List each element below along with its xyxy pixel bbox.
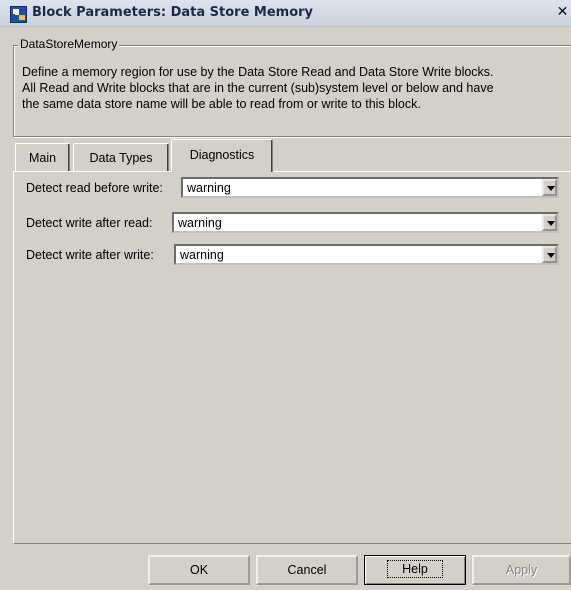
tab-label: Diagnostics xyxy=(189,148,255,162)
chevron-down-icon[interactable] xyxy=(542,214,557,231)
description-line: All Read and Write blocks that are in th… xyxy=(22,81,494,95)
tab-label: Data Types xyxy=(89,151,153,165)
chevron-down-icon[interactable] xyxy=(542,246,557,263)
tab-diagnostics[interactable]: Diagnostics xyxy=(171,139,273,172)
block-parameters-icon xyxy=(10,6,27,23)
block-description: Define a memory region for use by the Da… xyxy=(22,64,567,112)
help-button-label: Help xyxy=(387,560,443,578)
close-icon[interactable]: ✕ xyxy=(554,3,571,22)
detect-write-after-write-label: Detect write after write: xyxy=(26,248,154,262)
window-title: Block Parameters: Data Store Memory xyxy=(32,5,314,20)
help-button[interactable]: Help xyxy=(364,555,466,585)
description-line: Define a memory region for use by the Da… xyxy=(22,65,494,79)
title-bar[interactable]: Block Parameters: Data Store Memory ✕ xyxy=(0,0,571,27)
chevron-down-icon[interactable] xyxy=(542,179,557,196)
tab-label: Main xyxy=(28,151,57,165)
detect-read-before-write-label: Detect read before write: xyxy=(26,181,163,195)
detect-write-after-read-select[interactable]: warning xyxy=(172,212,559,233)
description-line: the same data store name will be able to… xyxy=(22,97,421,111)
tab-data-types[interactable]: Data Types xyxy=(73,143,169,171)
detect-write-after-read-label: Detect write after read: xyxy=(26,216,153,230)
ok-button[interactable]: OK xyxy=(148,555,250,585)
cancel-button[interactable]: Cancel xyxy=(256,555,358,585)
groupbox-legend: DataStoreMemory xyxy=(18,37,120,51)
detect-write-after-write-select[interactable]: warning xyxy=(174,244,559,265)
select-value: warning xyxy=(180,248,224,262)
detect-read-before-write-select[interactable]: warning xyxy=(181,177,559,198)
select-value: warning xyxy=(178,216,222,230)
tab-main[interactable]: Main xyxy=(15,143,70,171)
select-value: warning xyxy=(187,181,231,195)
dialog-window: Block Parameters: Data Store Memory ✕ Da… xyxy=(0,0,571,590)
apply-button[interactable]: Apply xyxy=(472,555,571,585)
